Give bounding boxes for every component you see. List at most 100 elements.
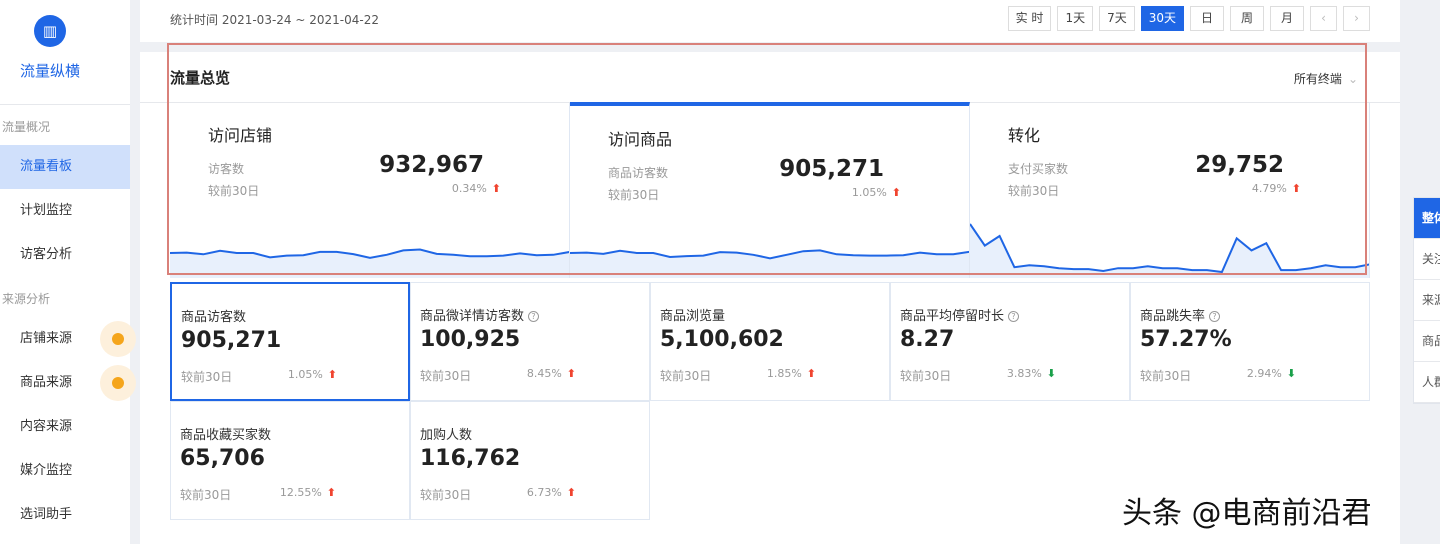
arrow-up-icon: ⬆ [327, 368, 337, 381]
help-icon[interactable]: ? [1008, 311, 1020, 322]
period-button[interactable]: 周 [1230, 6, 1264, 31]
compare-label: 较前30日 [180, 488, 232, 502]
compare-label: 较前30日 [900, 369, 952, 383]
period-button[interactable]: 实 时 [1007, 6, 1052, 31]
change-pct: 3.83% [1006, 367, 1042, 380]
stat-time: 统计时间 2021-03-24 ~ 2021-04-22 [170, 13, 379, 27]
overview-tab[interactable]: 转化 支付买家数 29,752 较前30日 4.79% ⬆ [970, 102, 1370, 278]
time-bar: 统计时间 2021-03-24 ~ 2021-04-22 实 时 1天 7天 30天日… [140, 0, 1400, 42]
metric-value: 100,925 [420, 327, 521, 352]
chevron-down-icon: ⌄ [1347, 72, 1358, 86]
change: 8.45% ⬆ [516, 367, 576, 380]
overview-title: 转化 [1008, 126, 1041, 145]
label: 商品来源 [20, 375, 73, 390]
right-tab[interactable]: 关注 [1414, 239, 1440, 280]
metric-value: 905,271 [779, 156, 884, 182]
period-button[interactable]: 月 [1270, 6, 1304, 31]
change: 12.55% ⬆ [276, 486, 336, 499]
terminal-select[interactable]: 所有终端 ⌄ [1294, 70, 1358, 87]
sidebar-group-source: 来源分析 [2, 292, 51, 306]
section-title: 流量总览 [170, 69, 231, 87]
compare-label: 较前30日 [420, 488, 472, 502]
metric-value: 57.27% [1140, 327, 1232, 352]
change-pct: 6.73% [526, 486, 562, 499]
sparkline-area [970, 224, 1369, 278]
metric-label: 访客数 [208, 162, 245, 176]
sidebar-item-keyword-helper[interactable]: 选词助手 [0, 493, 130, 537]
arrow-up-icon: ⬆ [566, 367, 576, 380]
metric-card[interactable]: 加购人数 116,762 较前30日 6.73% ⬆ [410, 401, 650, 520]
sparkline [970, 223, 1369, 278]
compare-label: 较前30日 [1008, 184, 1060, 198]
change-pct: 4.79% [1251, 182, 1287, 195]
period-button[interactable]: 1天 [1057, 6, 1094, 31]
metric-card[interactable]: 商品访客数 905,271 较前30日 1.05% ⬆ [170, 282, 410, 401]
sparkline-line [970, 223, 1369, 274]
sidebar: ▥ 流量纵横 流量概况 流量看板 计划监控 访客分析 来源分析 店铺来源 商品来… [0, 0, 136, 544]
compare-label: 较前30日 [181, 370, 233, 384]
sidebar-item-dashboard[interactable]: 流量看板 [0, 145, 130, 189]
compare-label: 较前30日 [660, 369, 712, 383]
prev-icon[interactable]: ‹ [1310, 6, 1337, 31]
metric-name: 商品微详情访客数 [420, 309, 525, 324]
sidebar-item-shop-source[interactable]: 店铺来源 [0, 317, 136, 361]
metric-card[interactable]: 商品平均停留时长? 8.27 较前30日 3.83% ⬇ [890, 282, 1130, 401]
change-pct: 2.94% [1246, 367, 1282, 380]
period-buttons: 实 时 1天 7天 30天日周月 ‹ › [1007, 6, 1370, 31]
period-button[interactable]: 7天 [1099, 6, 1135, 31]
next-icon[interactable]: › [1343, 6, 1370, 31]
arrow-up-icon: ⬆ [1291, 182, 1301, 195]
metric-label: 商品访客数 [608, 166, 669, 180]
help-icon[interactable]: ? [1209, 311, 1221, 322]
arrow-up-icon: ⬆ [566, 486, 576, 499]
metric-value: 905,271 [181, 328, 282, 353]
metric-card[interactable]: 商品微详情访客数? 100,925 较前30日 8.45% ⬆ [410, 282, 650, 401]
metric-label: 支付买家数 [1008, 162, 1069, 176]
overview-tab[interactable]: 访问商品 商品访客数 905,271 较前30日 1.05% ⬆ [570, 102, 970, 278]
change-pct: 1.85% [766, 367, 802, 380]
metric-name: 商品访客数 [181, 310, 247, 325]
metric-value: 116,762 [420, 446, 521, 471]
compare-label: 较前30日 [608, 188, 660, 202]
right-tab[interactable]: 商品 [1414, 321, 1440, 362]
sidebar-item-content-source[interactable]: 内容来源 [0, 405, 130, 449]
sidebar-group-overview: 流量概况 [2, 120, 51, 134]
overview-tab[interactable]: 访问店铺 访客数 932,967 较前30日 0.34% ⬆ [170, 102, 570, 278]
change: 1.05% ⬆ [852, 186, 901, 199]
change: 6.73% ⬆ [516, 486, 576, 499]
compare-label: 较前30日 [208, 184, 260, 198]
change-pct: 1.05% [851, 186, 887, 199]
label: 店铺来源 [20, 331, 73, 346]
right-tabs: 整体关注来源商品人群 [1413, 197, 1440, 404]
watermark: 头条 @电商前沿君 [1122, 496, 1372, 531]
metric-name: 加购人数 [420, 428, 473, 443]
change: 4.79% ⬆ [1252, 182, 1301, 195]
right-tab[interactable]: 整体 [1414, 198, 1440, 239]
right-tab[interactable]: 来源 [1414, 280, 1440, 321]
change-pct: 8.45% [526, 367, 562, 380]
metric-name: 商品浏览量 [660, 309, 726, 324]
metric-card[interactable]: 商品跳失率? 57.27% 较前30日 2.94% ⬇ [1130, 282, 1370, 401]
right-tab[interactable]: 人群 [1414, 362, 1440, 403]
metric-card[interactable]: 商品浏览量 5,100,602 较前30日 1.85% ⬆ [650, 282, 890, 401]
arrow-up-icon: ⬆ [491, 182, 501, 195]
sidebar-item-media-monitor[interactable]: 媒介监控 [0, 449, 130, 493]
metric-name: 商品平均停留时长 [900, 309, 1005, 324]
change: 3.83% ⬇ [996, 367, 1056, 380]
sidebar-item-plan-monitor[interactable]: 计划监控 [0, 189, 130, 233]
compare-label: 较前30日 [1140, 369, 1192, 383]
period-button[interactable]: 30天 [1140, 6, 1184, 31]
change-pct: 0.34% [451, 182, 487, 195]
change-pct: 1.05% [287, 368, 323, 381]
change: 2.94% ⬇ [1236, 367, 1296, 380]
metric-value: 5,100,602 [660, 327, 784, 352]
help-icon[interactable]: ? [528, 311, 540, 322]
sidebar-item-visitor-analysis[interactable]: 访客分析 [0, 233, 130, 277]
change: 1.85% ⬆ [756, 367, 816, 380]
notification-dot-icon [100, 365, 136, 401]
metric-card[interactable]: 商品收藏买家数 65,706 较前30日 12.55% ⬆ [170, 401, 410, 520]
period-button[interactable]: 日 [1190, 6, 1224, 31]
sidebar-item-product-source[interactable]: 商品来源 [0, 361, 136, 405]
bar-chart-icon: ▥ [34, 15, 66, 47]
arrow-up-icon: ⬆ [891, 186, 901, 199]
